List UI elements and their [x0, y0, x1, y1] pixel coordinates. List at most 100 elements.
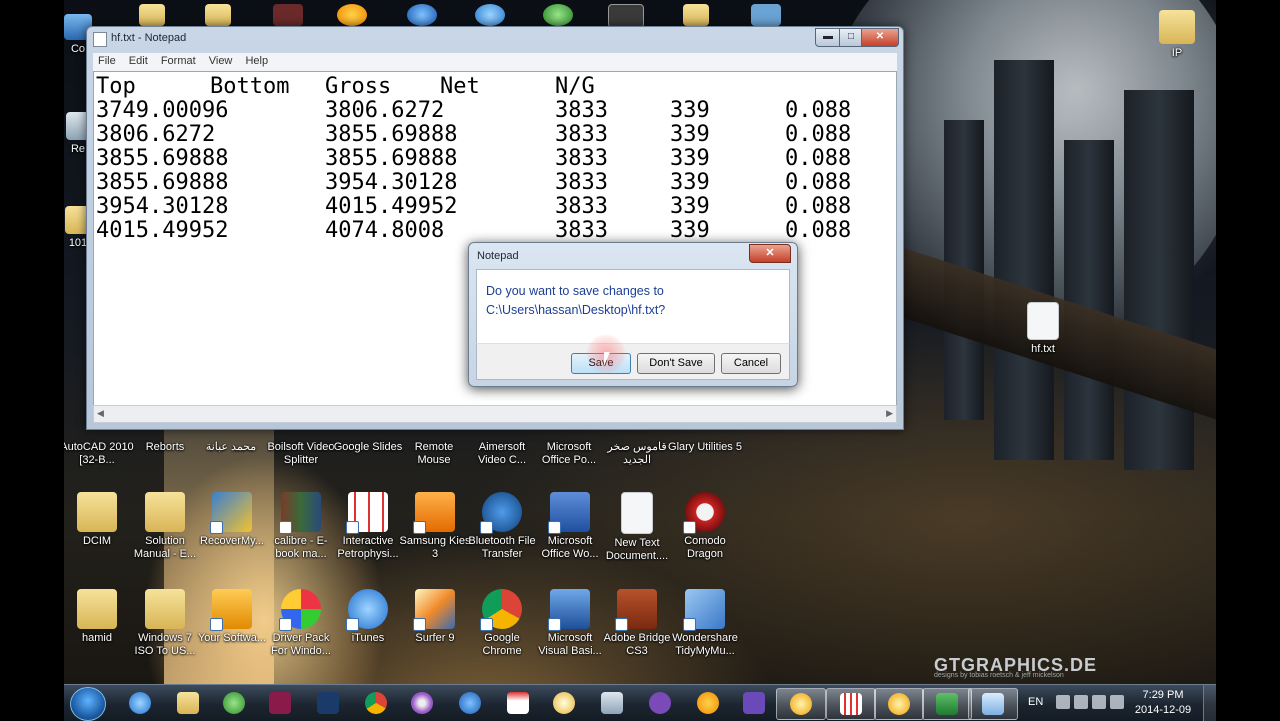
- menu-file[interactable]: File: [93, 53, 121, 69]
- bluetooth-icon: [480, 492, 522, 534]
- desktop-icon-label: Microsoft Office Po...: [541, 441, 597, 466]
- desktop-icon-label: Your Softwa...: [197, 632, 267, 644]
- desktop-icon-label: IP: [1171, 47, 1183, 59]
- taskbar-calculator[interactable]: [588, 688, 636, 718]
- desktop-icon[interactable]: قاموس صخر الجديد: [600, 441, 674, 467]
- taskbar-calendar[interactable]: [494, 688, 542, 718]
- desktop-icon-new-text-document[interactable]: New Text Document....: [600, 492, 674, 563]
- dialog-close-button[interactable]: ✕: [749, 244, 791, 263]
- desktop-icon-your-software[interactable]: Your Softwa...: [195, 589, 269, 645]
- menu-format[interactable]: Format: [156, 53, 201, 69]
- scroll-left-arrow-icon[interactable]: ◀: [97, 408, 104, 419]
- taskbar-visual-studio[interactable]: [730, 688, 778, 718]
- dont-save-button[interactable]: Don't Save: [637, 353, 715, 374]
- desktop-icon-driver-pack[interactable]: Driver Pack For Windo...: [264, 589, 338, 658]
- desktop-icon[interactable]: Google Slides: [331, 441, 405, 454]
- desktop-icon-bluetooth[interactable]: Bluetooth File Transfer: [465, 492, 539, 561]
- taskbar-ie[interactable]: [116, 688, 164, 718]
- app-icon: [751, 4, 781, 26]
- desktop-icon-ip[interactable]: IP: [1140, 10, 1214, 60]
- sun-icon: [697, 692, 719, 714]
- clock-time[interactable]: 7:29 PM: [1128, 689, 1198, 701]
- close-button[interactable]: ✕: [861, 28, 899, 47]
- start-button[interactable]: [70, 687, 106, 721]
- desktop-icon-interactive-petrophysics[interactable]: Interactive Petrophysi...: [331, 492, 405, 561]
- desktop-icon-dcim[interactable]: DCIM: [64, 492, 134, 548]
- maximize-button[interactable]: □: [839, 28, 863, 47]
- cell-net: 339: [670, 122, 710, 147]
- taskbar-explorer[interactable]: [164, 688, 212, 718]
- menu-help[interactable]: Help: [240, 53, 273, 69]
- volume-icon[interactable]: [1092, 695, 1106, 709]
- desktop-icon[interactable]: Reborts: [128, 441, 202, 454]
- desktop-icon-hamid[interactable]: hamid: [64, 589, 134, 645]
- surfer-icon: [413, 589, 455, 631]
- music-icon: [683, 589, 725, 631]
- folder-icon: [145, 492, 185, 532]
- taskbar-chrome[interactable]: [352, 688, 400, 718]
- clock-date[interactable]: 2014-12-09: [1128, 704, 1198, 716]
- tray-arrow-icon[interactable]: [1056, 695, 1070, 709]
- taskbar-viber[interactable]: [636, 688, 684, 718]
- desktop-icon-samsung-kies[interactable]: Samsung Kies 3: [398, 492, 472, 561]
- desktop-icon-itunes[interactable]: iTunes: [331, 589, 405, 645]
- cell-bottom: 4015.49952: [325, 194, 458, 219]
- desktop-icon[interactable]: AutoCAD 2010 [32-B...: [64, 441, 134, 467]
- desktop-icon-ms-word[interactable]: Microsoft Office Wo...: [533, 492, 607, 561]
- menu-view[interactable]: View: [204, 53, 238, 69]
- desktop-icon-win7-iso[interactable]: Windows 7 ISO To US...: [128, 589, 202, 658]
- desktop-icon-recovermy[interactable]: RecoverMy...: [195, 492, 269, 548]
- desktop-icon-label: AutoCAD 2010 [32-B...: [64, 441, 134, 466]
- menu-edit[interactable]: Edit: [124, 53, 153, 69]
- desktop-icon-surfer[interactable]: Surfer 9: [398, 589, 472, 645]
- desktop-icon-label: iTunes: [351, 632, 385, 644]
- desktop-icon-calibre[interactable]: calibre - E-book ma...: [264, 492, 338, 561]
- save-changes-dialog[interactable]: Notepad ✕ Do you want to save changes to…: [468, 242, 798, 387]
- minimize-button[interactable]: ▬: [815, 28, 841, 47]
- desktop-icon-adobe-bridge[interactable]: Adobe Bridge CS3: [600, 589, 674, 658]
- kies-icon: [413, 492, 455, 534]
- desktop-icon-label: Glary Utilities 5: [668, 441, 742, 453]
- dialog-message: Do you want to save changes to C:\Users\…: [486, 282, 665, 320]
- cell-net: 339: [670, 98, 710, 123]
- cell-bottom: 3806.6272: [325, 98, 445, 123]
- desktop-icon-comodo-dragon[interactable]: Comodo Dragon: [668, 492, 742, 561]
- taskbar-photoshop[interactable]: [304, 688, 352, 718]
- desktop-icon-label: Comodo Dragon: [684, 535, 726, 560]
- text-header-row: Top Bottom Gross Net N/G: [94, 75, 595, 99]
- desktop-icon-wondershare[interactable]: Wondershare TidyMyMu...: [668, 589, 742, 658]
- taskbar-app-2[interactable]: [874, 688, 924, 720]
- desktop-icon[interactable]: Aimersoft Video C...: [465, 441, 539, 467]
- taskbar-globe[interactable]: [446, 688, 494, 718]
- language-indicator[interactable]: EN: [1028, 696, 1043, 708]
- cancel-button[interactable]: Cancel: [721, 353, 781, 374]
- desktop-icon[interactable]: محمد عبانة: [194, 441, 268, 454]
- desktop-icon-label: Microsoft Visual Basi...: [538, 632, 602, 657]
- desktop-icon[interactable]: Boilsoft Video Splitter: [264, 441, 338, 467]
- taskbar-excel[interactable]: [922, 688, 972, 720]
- taskbar-app-active[interactable]: [776, 688, 826, 720]
- taskbar-app-orange[interactable]: [684, 688, 732, 718]
- notepad-titlebar[interactable]: hf.txt - Notepad ▬ □ ✕: [87, 27, 903, 49]
- taskbar-media[interactable]: [398, 688, 446, 718]
- desktop-icon[interactable]: Microsoft Office Po...: [532, 441, 606, 467]
- desktop-icon-label: محمد عبانة: [205, 441, 257, 453]
- desktop-icon-hf-txt[interactable]: hf.txt: [1006, 302, 1080, 356]
- network-icon[interactable]: [1074, 695, 1088, 709]
- show-desktop-button[interactable]: [1203, 685, 1216, 721]
- mouse-cursor-icon: [604, 352, 618, 366]
- scroll-right-arrow-icon[interactable]: ▶: [886, 408, 893, 419]
- taskbar-paint[interactable]: [540, 688, 588, 718]
- taskbar-app[interactable]: [210, 688, 258, 718]
- desktop-icon-visual-basic[interactable]: Microsoft Visual Basi...: [533, 589, 607, 658]
- desktop-icon[interactable]: Glary Utilities 5: [668, 441, 742, 454]
- taskbar-indesign[interactable]: [256, 688, 304, 718]
- cell-ng: 0.088: [785, 170, 852, 195]
- horizontal-scrollbar[interactable]: ◀ ▶: [93, 405, 897, 423]
- desktop-icon-solution-manual[interactable]: Solution Manual - E...: [128, 492, 202, 561]
- desktop-icon-google-chrome[interactable]: Google Chrome: [465, 589, 539, 658]
- action-center-icon[interactable]: [1110, 695, 1124, 709]
- taskbar-petrophysics[interactable]: [826, 688, 876, 720]
- desktop-icon[interactable]: Remote Mouse: [397, 441, 471, 467]
- taskbar-notepad[interactable]: [968, 688, 1018, 720]
